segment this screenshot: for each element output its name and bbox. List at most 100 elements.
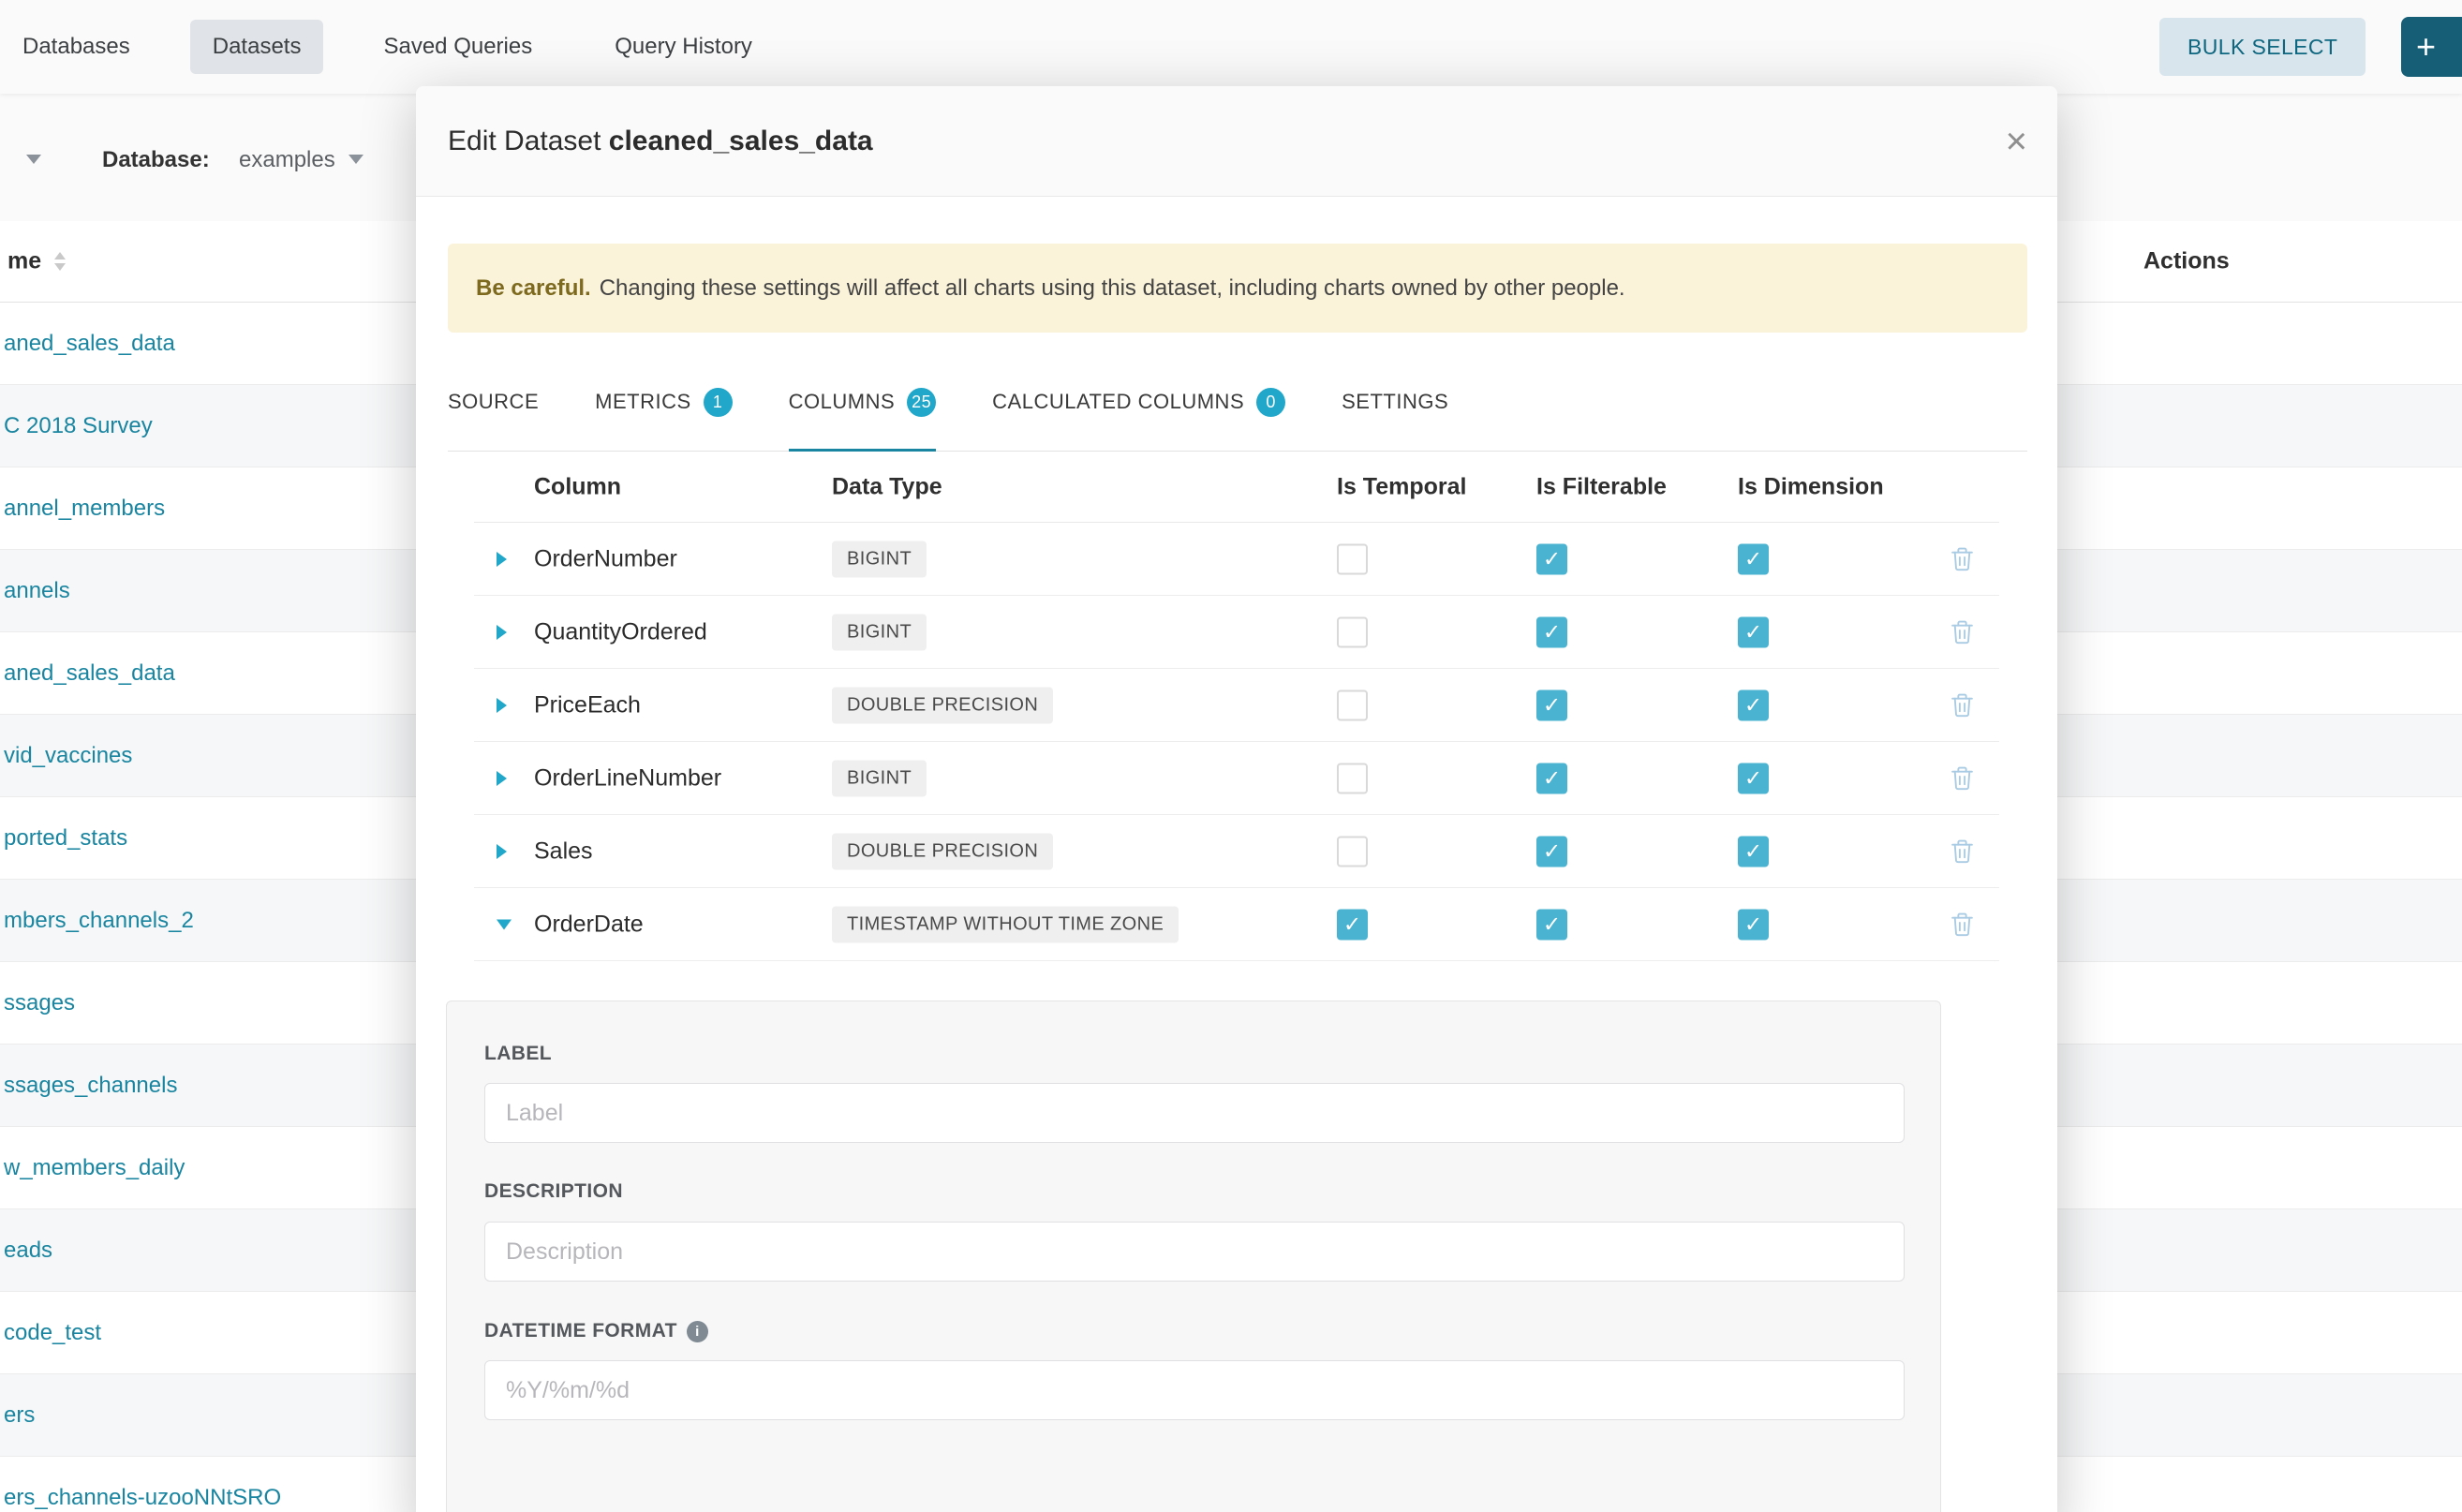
close-icon[interactable]: ×: [2006, 123, 2027, 160]
datetime-format-field-label: DATETIME FORMAT i: [484, 1320, 708, 1342]
is-filterable-checkbox[interactable]: [1536, 909, 1567, 940]
is-temporal-checkbox[interactable]: [1337, 763, 1368, 793]
is-filterable-checkbox[interactable]: [1536, 689, 1567, 720]
is-dimension-checkbox[interactable]: [1738, 616, 1769, 647]
is-filterable-checkbox[interactable]: [1536, 836, 1567, 867]
dataset-name-link[interactable]: mbers_channels_2: [0, 908, 194, 934]
is-dimension-checkbox[interactable]: [1738, 543, 1769, 574]
nav-tab-saved-queries[interactable]: Saved Queries: [361, 20, 555, 74]
nav-tab-query-history[interactable]: Query History: [592, 20, 775, 74]
is-dimension-checkbox[interactable]: [1738, 689, 1769, 720]
label-input[interactable]: [484, 1083, 1905, 1143]
column-row-priceeach: PriceEachDOUBLE PRECISION: [474, 669, 1999, 742]
modal-tab-metrics[interactable]: METRICS1: [595, 353, 733, 451]
dataset-name-link[interactable]: aned_sales_data: [0, 331, 175, 357]
delete-column-icon[interactable]: [1950, 765, 1974, 791]
column-header-is-filterable: Is Filterable: [1536, 473, 1667, 500]
delete-column-icon[interactable]: [1950, 692, 1974, 718]
column-name: OrderNumber: [534, 545, 677, 572]
dataset-name-link[interactable]: ssages: [0, 990, 75, 1016]
modal-title-dataset-name: cleaned_sales_data: [609, 126, 873, 156]
nav-tab-datasets[interactable]: Datasets: [190, 20, 324, 74]
is-dimension-checkbox[interactable]: [1738, 763, 1769, 793]
sort-icon[interactable]: [54, 252, 66, 271]
is-temporal-checkbox[interactable]: [1337, 616, 1368, 647]
edit-dataset-modal: Edit Dataset cleaned_sales_data × Be car…: [416, 86, 2057, 1512]
dataset-name-link[interactable]: ers_channels-uzooNNtSRO: [0, 1485, 281, 1511]
is-filterable-checkbox[interactable]: [1536, 616, 1567, 647]
dataset-name-link[interactable]: ssages_channels: [0, 1073, 177, 1099]
dataset-name-link[interactable]: vid_vaccines: [0, 743, 132, 769]
expand-caret-icon[interactable]: [497, 698, 507, 713]
modal-tab-calculated-columns[interactable]: CALCULATED COLUMNS0: [992, 353, 1285, 451]
add-dataset-button[interactable]: +: [2401, 17, 2462, 77]
chevron-down-icon[interactable]: [349, 155, 363, 164]
tab-label: SETTINGS: [1342, 390, 1448, 414]
is-temporal-checkbox[interactable]: [1337, 543, 1368, 574]
is-filterable-checkbox[interactable]: [1536, 763, 1567, 793]
dataset-name-link[interactable]: code_test: [0, 1320, 101, 1346]
column-name: OrderDate: [534, 911, 644, 938]
delete-column-icon[interactable]: [1950, 619, 1974, 645]
modal-tab-source[interactable]: SOURCE: [448, 353, 539, 451]
is-dimension-checkbox[interactable]: [1738, 836, 1769, 867]
chevron-down-icon[interactable]: [26, 155, 41, 164]
column-name: QuantityOrdered: [534, 618, 707, 645]
tab-label: COLUMNS: [789, 390, 896, 414]
column-header-is-dimension: Is Dimension: [1738, 473, 1884, 500]
description-input[interactable]: [484, 1222, 1905, 1282]
delete-column-icon[interactable]: [1950, 912, 1974, 937]
plus-icon: +: [2416, 27, 2436, 66]
is-temporal-checkbox[interactable]: [1337, 909, 1368, 940]
data-type-pill: BIGINT: [832, 614, 927, 650]
is-filterable-checkbox[interactable]: [1536, 543, 1567, 574]
dataset-name-link[interactable]: eads: [0, 1238, 52, 1264]
modal-tabs: SOURCE METRICS1 COLUMNS25 CALCULATED COLUMN…: [448, 353, 2027, 452]
collapse-caret-icon[interactable]: [497, 919, 512, 929]
expand-caret-icon[interactable]: [497, 552, 507, 567]
column-row-orderlinenumber: OrderLineNumber BIGINT: [474, 742, 1999, 815]
delete-column-icon[interactable]: [1950, 838, 1974, 864]
dataset-name-link[interactable]: C 2018 Survey: [0, 413, 153, 439]
dataset-name-link[interactable]: ported_stats: [0, 825, 127, 852]
data-type-pill: BIGINT: [832, 760, 927, 796]
column-row-ordernumber: OrderNumber BIGINT: [474, 523, 1999, 596]
dataset-name-link[interactable]: annels: [0, 578, 70, 604]
columns-table: ColumnData TypeIs TemporalIs FilterableI…: [474, 452, 1999, 961]
warning-text: Changing these settings will affect all …: [600, 275, 1625, 302]
column-row-sales: SalesDOUBLE PRECISION: [474, 815, 1999, 888]
dataset-name-link[interactable]: ers: [0, 1402, 35, 1429]
nav-tab-databases[interactable]: Databases: [0, 20, 153, 74]
column-header-data-type: Data Type: [832, 473, 942, 500]
delete-column-icon[interactable]: [1950, 546, 1974, 571]
sort-desc-icon: [54, 263, 66, 271]
column-name: OrderLineNumber: [534, 764, 721, 792]
data-type-pill: TIMESTAMP WITHOUT TIME ZONE: [832, 906, 1179, 942]
datetime-format-label-text: DATETIME FORMAT: [484, 1320, 677, 1342]
sort-asc-icon: [54, 252, 66, 259]
data-type-pill: BIGINT: [832, 541, 927, 577]
data-type-pill: DOUBLE PRECISION: [832, 687, 1053, 723]
info-icon[interactable]: i: [687, 1321, 708, 1342]
tab-label: METRICS: [595, 390, 691, 414]
expand-caret-icon[interactable]: [497, 844, 507, 859]
top-nav: Databases Datasets Saved Queries Query Hist…: [0, 0, 2462, 94]
actions-column-header: Actions: [2143, 248, 2230, 275]
modal-tab-columns[interactable]: COLUMNS25: [789, 353, 937, 451]
bulk-select-button[interactable]: BULK SELECT: [2159, 18, 2366, 76]
is-temporal-checkbox[interactable]: [1337, 836, 1368, 867]
modal-tab-settings[interactable]: SETTINGS: [1342, 353, 1448, 451]
dataset-name-link[interactable]: aned_sales_data: [0, 660, 175, 687]
database-filter-label: Database:: [102, 147, 210, 173]
expand-caret-icon[interactable]: [497, 771, 507, 786]
columns-header: ColumnData TypeIs TemporalIs FilterableI…: [474, 452, 1999, 523]
is-dimension-checkbox[interactable]: [1738, 909, 1769, 940]
columns-rows: OrderNumber BIGINT QuantityOrdered BIGINT Pr…: [474, 523, 1999, 961]
is-temporal-checkbox[interactable]: [1337, 689, 1368, 720]
database-filter-value[interactable]: examples: [239, 147, 335, 173]
dataset-name-link[interactable]: w_members_daily: [0, 1155, 185, 1181]
dataset-name-link[interactable]: annel_members: [0, 496, 165, 522]
name-column-header[interactable]: me: [7, 248, 41, 275]
datetime-format-input[interactable]: [484, 1360, 1905, 1420]
expand-caret-icon[interactable]: [497, 625, 507, 640]
